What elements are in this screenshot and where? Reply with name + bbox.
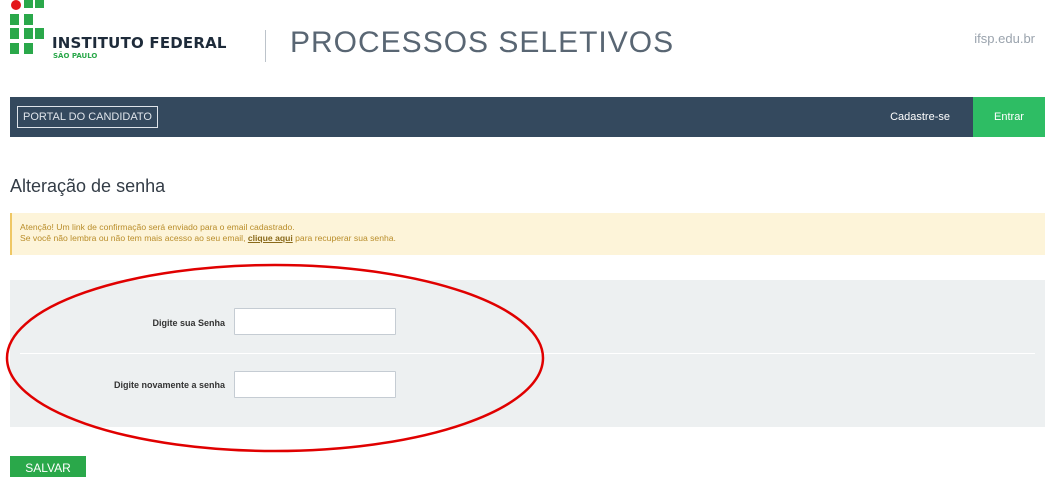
save-button[interactable]: SALVAR: [10, 456, 86, 477]
register-link[interactable]: Cadastre-se: [890, 97, 950, 137]
ifsp-logo[interactable]: INSTITUTO FEDERAL SÃO PAULO: [10, 0, 226, 60]
confirm-password-label: Digite novamente a senha: [113, 380, 225, 390]
confirm-password-input[interactable]: [234, 371, 396, 398]
logo-title: INSTITUTO FEDERAL: [52, 34, 227, 52]
page-title: Alteração de senha: [10, 176, 166, 196]
warning-alert: Atenção! Um link de confirmação será env…: [10, 213, 1045, 255]
password-input[interactable]: [234, 308, 396, 335]
header-divider: [265, 30, 266, 62]
password-form: Digite sua Senha Digite novamente a senh…: [10, 280, 1045, 427]
site-title: PROCESSOS SELETIVOS: [290, 26, 675, 59]
portal-candidato-link[interactable]: PORTAL DO CANDIDATO: [17, 106, 158, 128]
logo-subtitle: SÃO PAULO: [53, 52, 98, 60]
top-navbar: PORTAL DO CANDIDATO Cadastre-se Entrar: [10, 97, 1045, 137]
login-button[interactable]: Entrar: [973, 97, 1045, 137]
form-divider: [20, 353, 1035, 354]
alert-line-1: Atenção! Um link de confirmação será env…: [20, 222, 295, 232]
alert-line-2-suffix: para recuperar sua senha.: [292, 233, 396, 243]
recover-password-link[interactable]: clique aqui: [248, 233, 293, 243]
alert-line-2-prefix: Se você não lembra ou não tem mais acess…: [20, 233, 248, 243]
logo-mark-icon: [10, 0, 44, 54]
alert-line-2: Se você não lembra ou não tem mais acess…: [20, 233, 1037, 244]
password-label: Digite sua Senha: [152, 318, 225, 328]
site-domain-link[interactable]: ifsp.edu.br: [974, 31, 1035, 46]
